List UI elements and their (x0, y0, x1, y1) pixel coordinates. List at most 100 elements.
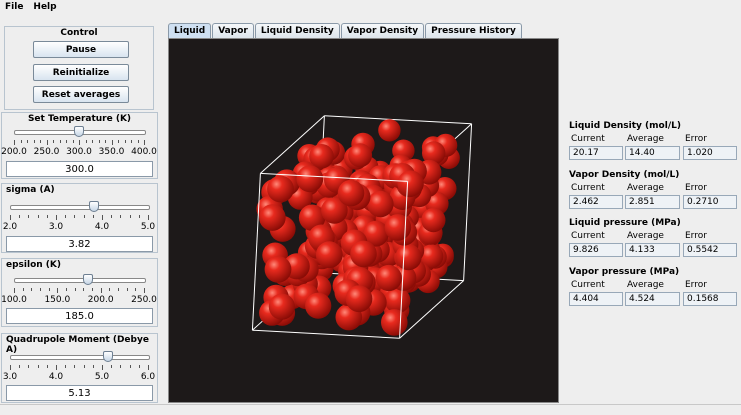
liquid-density-title: Liquid Density (mol/L) (569, 121, 681, 131)
menu-help[interactable]: Help (28, 2, 61, 12)
slider-tick (40, 140, 41, 143)
slider-tick (85, 140, 87, 143)
slider-tick (148, 215, 149, 220)
molecule (367, 190, 394, 218)
slider-tick (46, 215, 48, 218)
slider-tick (65, 365, 67, 368)
vapor-density-average-label: Average (627, 183, 664, 193)
liquid-pressure-current-label: Current (571, 231, 605, 241)
box-edge (324, 115, 472, 125)
slider-tick (92, 365, 94, 368)
slider-tick (102, 365, 103, 370)
molecule (267, 175, 294, 203)
slider-tick (66, 140, 67, 143)
liquid-density-error: 1.020 (683, 146, 737, 160)
slider-tick-label: 4.0 (94, 222, 110, 232)
vapor-pressure-average-label: Average (627, 280, 664, 290)
sigma-panel: sigma (A) 2.0 3.0 4.0 5.0 3.82 (1, 183, 158, 253)
molecule (384, 287, 411, 314)
tab-liquid-density[interactable]: Liquid Density (254, 23, 340, 38)
slider-tick (83, 215, 85, 218)
slider-tick (102, 215, 103, 220)
epsilon-panel: epsilon (K) 100.0 150.0 200.0 250.0 185.0 (1, 258, 158, 327)
vapor-density-error-label: Error (685, 183, 707, 193)
molecule (421, 208, 446, 233)
slider-tick (111, 140, 113, 145)
liquid-pressure-error: 0.5542 (683, 243, 737, 257)
pause-button[interactable]: Pause (33, 41, 129, 58)
epsilon-slider-thumb[interactable] (82, 274, 93, 285)
epsilon-slider-track[interactable] (14, 278, 146, 283)
vapor-density-title: Vapor Density (mol/L) (569, 170, 680, 180)
menu-file[interactable]: File (0, 2, 28, 12)
slider-tick (10, 365, 11, 370)
temperature-ticks (14, 140, 145, 145)
slider-tick-label: 5.0 (94, 372, 110, 382)
slider-tick-label: 100.0 (1, 295, 27, 305)
slider-tick (105, 140, 106, 143)
sigma-slider-track[interactable] (10, 205, 150, 210)
slider-tick (79, 140, 80, 145)
liquid-density-current: 20.17 (569, 146, 623, 160)
slider-tick-label: 3.0 (48, 222, 64, 232)
molecule (345, 285, 373, 313)
slider-tick (118, 140, 119, 143)
slider-tick (14, 140, 15, 145)
slider-tick (37, 365, 39, 368)
vapor-pressure-average: 4.524 (625, 292, 680, 306)
slider-tick (138, 365, 140, 368)
slider-tick (135, 288, 137, 291)
slider-tick (27, 140, 28, 143)
tab-vapor[interactable]: Vapor (212, 23, 254, 38)
slider-tick (98, 140, 100, 143)
slider-tick-label: 6.0 (140, 372, 156, 382)
molecule (264, 256, 292, 283)
slider-tick-label: 250.0 (33, 147, 60, 157)
tab-pressure-history[interactable]: Pressure History (425, 23, 522, 38)
quadrupole-panel: Quadrupole Moment (Debye A) 3.0 4.0 5.0 6.0… (1, 333, 158, 403)
quadrupole-slider-track[interactable] (10, 355, 150, 360)
slider-tick (19, 365, 21, 368)
slider-tick (10, 215, 11, 220)
liquid-pressure-average: 4.133 (625, 243, 680, 257)
box-edge (252, 329, 400, 339)
slider-tick (56, 365, 57, 370)
molecule (350, 240, 377, 268)
slider-tick (148, 365, 149, 370)
quadrupole-value-field[interactable]: 5.13 (6, 385, 153, 401)
slider-tick-label: 5.0 (140, 222, 156, 232)
slider-tick (137, 140, 139, 143)
sigma-ticks (10, 215, 149, 220)
slider-tick (37, 215, 39, 218)
slider-tick (14, 288, 15, 293)
sigma-title: sigma (A) (6, 185, 55, 195)
temperature-slider-thumb[interactable] (74, 126, 84, 137)
tab-liquid[interactable]: Liquid (168, 23, 212, 38)
box-edge (251, 173, 261, 331)
slider-tick (65, 215, 67, 218)
sigma-slider-thumb[interactable] (88, 201, 99, 212)
slider-tick-label: 350.0 (98, 147, 125, 157)
molecule (395, 244, 422, 271)
slider-tick (129, 215, 131, 218)
temperature-value-field[interactable]: 300.0 (6, 161, 153, 177)
slider-tick (126, 288, 128, 291)
slider-tick (109, 288, 111, 291)
slider-tick (31, 288, 33, 291)
sigma-value-field[interactable]: 3.82 (6, 236, 153, 252)
quadrupole-slider-thumb[interactable] (102, 351, 113, 362)
vapor-pressure-current-label: Current (571, 280, 605, 290)
reset-averages-button[interactable]: Reset averages (33, 86, 129, 103)
liquid-density-average: 14.40 (625, 146, 680, 160)
reinitialize-button[interactable]: Reinitialize (33, 64, 129, 81)
slider-tick-label: 200.0 (1, 147, 27, 157)
slider-tick (120, 215, 122, 218)
slider-tick (48, 288, 50, 291)
slider-tick (131, 140, 132, 143)
tab-vapor-density[interactable]: Vapor Density (340, 23, 425, 38)
epsilon-value-field[interactable]: 185.0 (6, 308, 153, 324)
slider-tick (74, 215, 76, 218)
simulation-viewport[interactable] (168, 38, 559, 403)
molecule (305, 292, 332, 319)
slider-tick (92, 288, 93, 291)
